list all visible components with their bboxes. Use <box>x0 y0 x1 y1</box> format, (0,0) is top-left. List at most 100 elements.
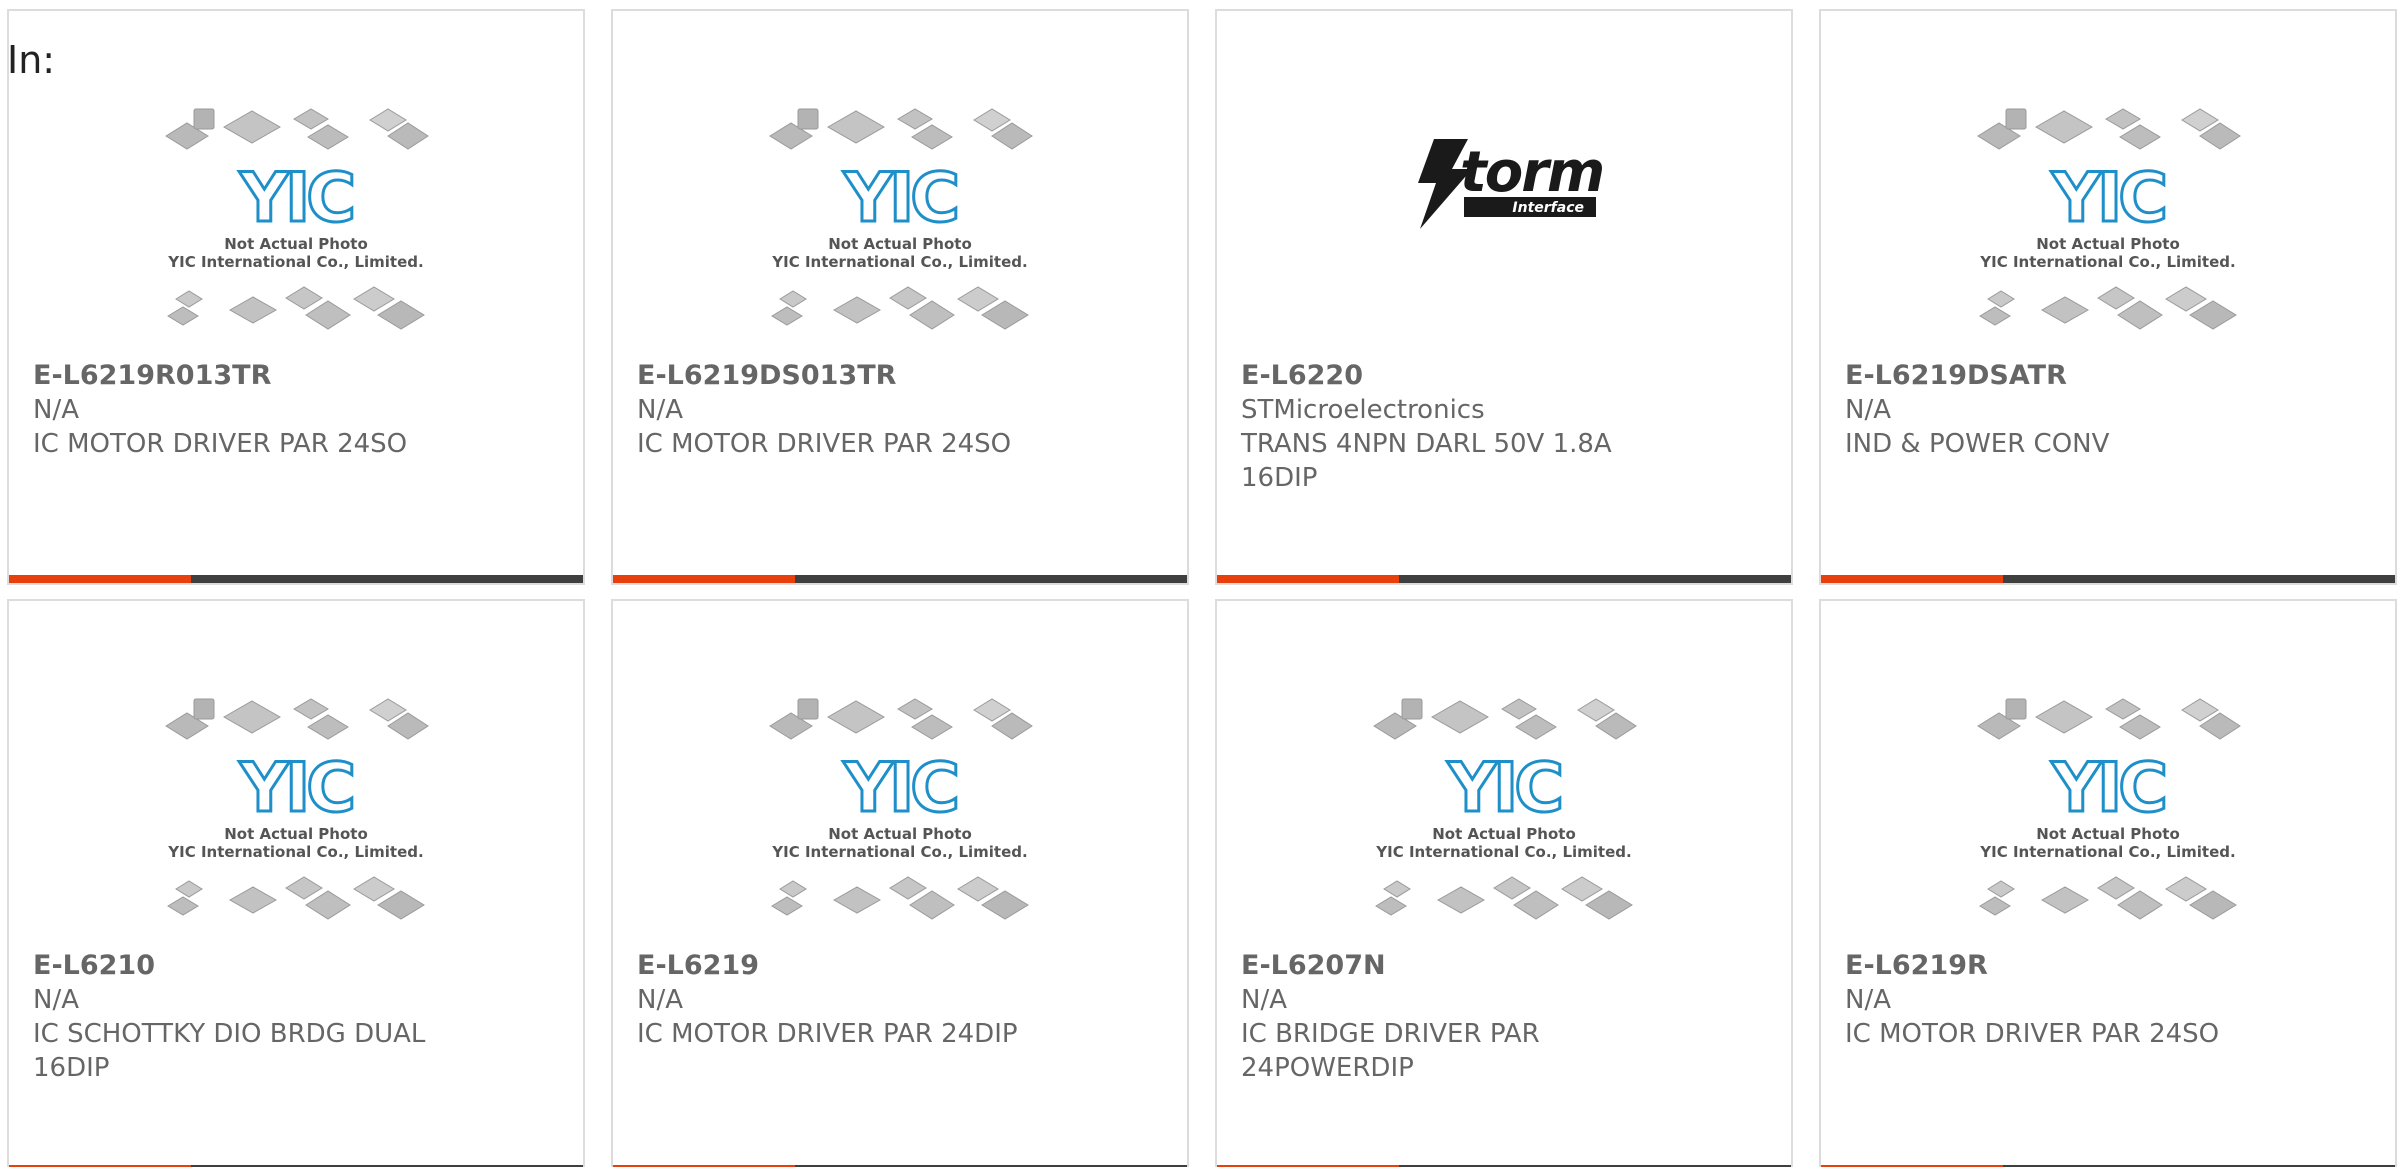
manufacturer: N/A <box>33 395 79 425</box>
ic-packages-bottom-icon <box>167 286 425 330</box>
product-photo[interactable]: YIC Not Actual Photo YIC International Co.… <box>9 691 583 941</box>
chip-package-icon <box>981 300 1029 330</box>
product-card[interactable]: YIC Not Actual Photo YIC International Co.… <box>7 599 585 1167</box>
not-actual-photo-placeholder: YICNot Actual PhotoYIC International Co.… <box>769 698 1033 920</box>
chip-package-icon <box>981 890 1029 920</box>
part-number-link[interactable]: E-L6219DSATR <box>1845 359 2285 393</box>
product-photo[interactable]: YIC Not Actual Photo YIC International Co.… <box>613 691 1187 941</box>
chip-package-icon <box>2034 700 2094 734</box>
chip-package-icon <box>2105 108 2141 130</box>
product-card[interactable]: YIC Not Actual Photo YIC International Co.… <box>7 9 585 585</box>
chip-package-icon <box>897 698 933 720</box>
product-card[interactable]: YIC Not Actual Photo YIC International Co.… <box>611 599 1189 1167</box>
chip-package-icon <box>305 300 351 330</box>
ic-packages-top-icon <box>1373 698 1637 740</box>
product-photo[interactable]: torm Interface <box>1217 101 1791 351</box>
storm-interface-logo: tormInterface <box>1418 139 1605 229</box>
chip-package-icon <box>826 700 886 734</box>
part-number-link[interactable]: E-L6219R013TR <box>33 359 473 393</box>
chip-package-icon <box>167 896 199 916</box>
description: IC SCHOTTKY DIO BRDG DUAL 16DIP <box>33 1019 426 1083</box>
placeholder-company: YIC International Co., Limited. <box>1979 253 2235 271</box>
yic-logo: YIC <box>239 749 353 828</box>
chip-package-icon <box>2105 698 2141 720</box>
product-card[interactable]: torm Interface E-L6220 STMicroelectronics… <box>1215 9 1793 585</box>
chip-package-icon <box>305 890 351 920</box>
chip-package-icon <box>2189 300 2237 330</box>
not-actual-photo-placeholder: YICNot Actual PhotoYIC International Co.… <box>1977 108 2241 330</box>
placeholder-company: YIC International Co., Limited. <box>167 843 423 861</box>
ic-packages-bottom-icon <box>1979 286 2237 330</box>
ic-packages-top-icon <box>769 698 1033 740</box>
chip-package-icon <box>1987 880 2015 898</box>
chip-package-icon <box>779 290 807 308</box>
part-number-link[interactable]: E-L6220 <box>1241 359 1681 393</box>
ic-packages-bottom-icon <box>167 876 425 920</box>
chip-package-icon <box>285 876 323 900</box>
placeholder-caption: Not Actual Photo <box>2036 235 2180 253</box>
card-bottom-bar <box>613 575 1187 583</box>
part-number-link[interactable]: E-L6219R <box>1845 949 2285 983</box>
card-bottom-bar <box>1821 575 2395 583</box>
chip-package-icon <box>307 124 349 150</box>
chip-package-icon <box>771 306 803 326</box>
product-card[interactable]: YIC Not Actual Photo YIC International Co.… <box>1215 599 1793 1167</box>
ic-packages-bottom-icon <box>771 286 1029 330</box>
chip-package-icon <box>2165 876 2207 902</box>
chip-package-icon <box>2097 286 2135 310</box>
product-photo[interactable]: YIC Not Actual Photo YIC International Co.… <box>613 101 1187 351</box>
chip-package-icon <box>771 896 803 916</box>
chip-package-icon <box>1430 700 1490 734</box>
chip-package-icon <box>1513 890 1559 920</box>
chip-package-icon <box>2040 296 2090 324</box>
chip-package-icon <box>1561 876 1603 902</box>
manufacturer: N/A <box>33 985 79 1015</box>
part-number-link[interactable]: E-L6219DS013TR <box>637 359 1077 393</box>
card-bottom-bar <box>9 575 583 583</box>
product-photo[interactable]: YIC Not Actual Photo YIC International Co.… <box>9 101 583 351</box>
card-accent-bar <box>1217 575 1399 583</box>
chip-package-icon <box>2040 886 2090 914</box>
part-number-link[interactable]: E-L6210 <box>33 949 473 983</box>
chip-package-icon <box>377 890 425 920</box>
chip-package-icon <box>228 296 278 324</box>
placeholder-caption: Not Actual Photo <box>224 825 368 843</box>
not-actual-photo-placeholder: YICNot Actual PhotoYIC International Co.… <box>165 108 429 330</box>
product-card[interactable]: YIC Not Actual Photo YIC International Co.… <box>611 9 1189 585</box>
yic-logo: YIC <box>239 159 353 238</box>
chip-package-icon <box>2165 286 2207 312</box>
product-photo[interactable]: YIC Not Actual Photo YIC International Co.… <box>1217 691 1791 941</box>
product-photo[interactable]: YIC Not Actual Photo YIC International Co.… <box>1821 101 2395 351</box>
description: IC MOTOR DRIVER PAR 24SO <box>637 429 1012 459</box>
product-grid-page: In: YIC Not Actual Photo YIC International… <box>0 0 2400 1167</box>
not-actual-photo-placeholder: YICNot Actual PhotoYIC International Co.… <box>165 698 429 920</box>
product-card[interactable]: YIC Not Actual Photo YIC International Co.… <box>1819 599 2397 1167</box>
chip-package-icon <box>957 286 999 312</box>
yic-logo: YIC <box>843 749 957 828</box>
part-number-link[interactable]: E-L6219 <box>637 949 1077 983</box>
placeholder-company: YIC International Co., Limited. <box>1375 843 1631 861</box>
card-accent-bar <box>1821 575 2003 583</box>
not-actual-photo-placeholder: YICNot Actual PhotoYIC International Co.… <box>1977 698 2241 920</box>
product-photo[interactable]: YIC Not Actual Photo YIC International Co.… <box>1821 691 2395 941</box>
chip-package-icon <box>1979 306 2011 326</box>
chip-package-icon <box>2097 876 2135 900</box>
chip-package-icon <box>779 880 807 898</box>
chip-package-icon <box>307 714 349 740</box>
placeholder-caption: Not Actual Photo <box>828 825 972 843</box>
part-number-link[interactable]: E-L6207N <box>1241 949 1681 983</box>
ic-packages-top-icon <box>769 108 1033 150</box>
chip-package-icon <box>911 714 953 740</box>
card-bottom-bar <box>1217 575 1791 583</box>
description: IC MOTOR DRIVER PAR 24SO <box>33 429 408 459</box>
chip-package-icon <box>826 110 886 144</box>
product-card[interactable]: YIC Not Actual Photo YIC International Co.… <box>1819 9 2397 585</box>
placeholder-caption: Not Actual Photo <box>2036 825 2180 843</box>
chip-package-icon <box>2117 300 2163 330</box>
yic-logo: YIC <box>2051 159 2165 238</box>
chip-package-icon <box>175 880 203 898</box>
chip-package-icon <box>1585 890 1633 920</box>
in-label: In: <box>7 38 56 82</box>
card-accent-bar <box>613 575 795 583</box>
placeholder-company: YIC International Co., Limited. <box>1979 843 2235 861</box>
